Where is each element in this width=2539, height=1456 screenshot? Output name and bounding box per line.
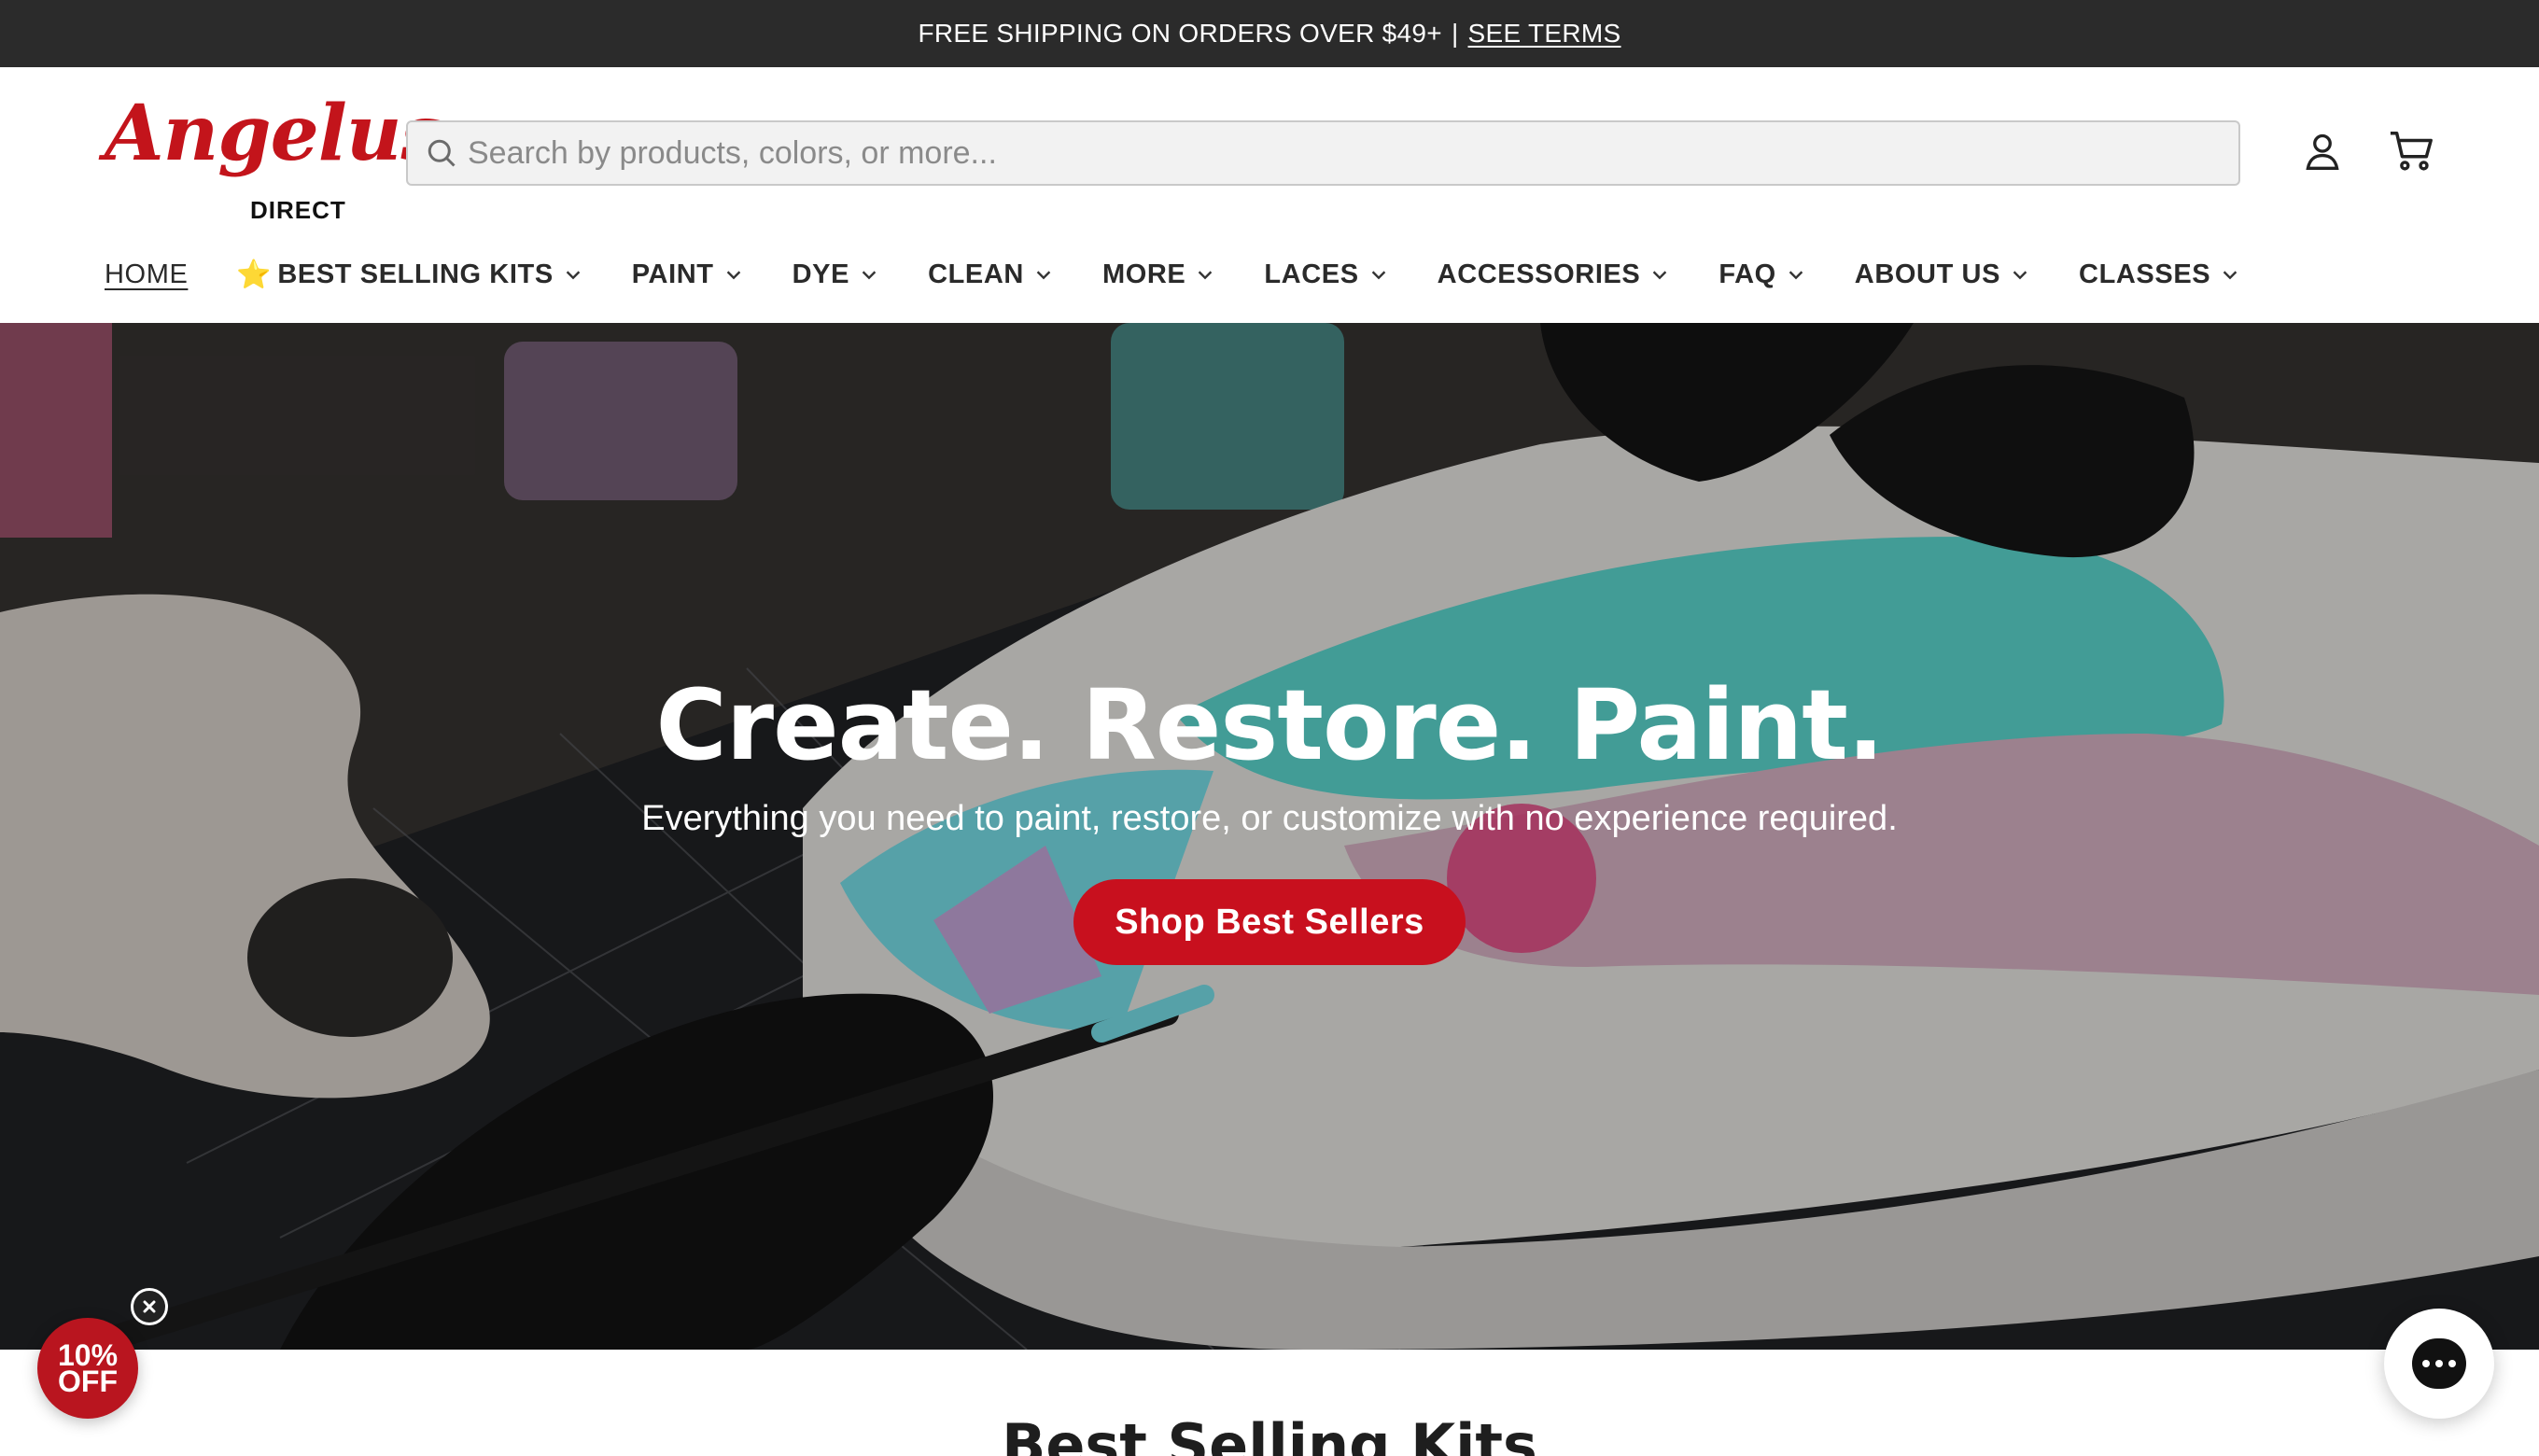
hero-title: Create. Restore. Paint. — [655, 668, 1884, 782]
nav-item-label: CLEAN — [928, 259, 1024, 289]
logo-subtitle: DIRECT — [250, 196, 346, 224]
shop-best-sellers-button[interactable]: Shop Best Sellers — [1073, 879, 1466, 965]
discount-close-button[interactable] — [131, 1288, 168, 1325]
discount-off-label: OFF — [58, 1365, 118, 1398]
nav-item-dye[interactable]: DYE — [793, 259, 879, 290]
chevron-down-icon — [1789, 271, 1803, 280]
nav-item-label: PAINT — [631, 259, 714, 289]
nav-item-paint[interactable]: PAINT — [632, 259, 744, 290]
chevron-down-icon — [726, 271, 740, 280]
search-input[interactable] — [468, 122, 2238, 184]
section-title-best-selling-kits: Best Selling Kits — [1002, 1411, 1537, 1456]
close-icon — [143, 1300, 156, 1313]
hero-subtitle: Everything you need to paint, restore, o… — [641, 799, 1898, 838]
logo[interactable]: Angelus DIRECT — [105, 95, 444, 222]
chevron-down-icon — [566, 271, 581, 280]
nav-item-label: DYE — [792, 259, 850, 289]
chevron-down-icon — [862, 271, 877, 280]
nav-item-label: MORE — [1101, 259, 1186, 289]
announcement-text: FREE SHIPPING ON ORDERS OVER $49+ — [918, 19, 1442, 48]
nav-item-classes[interactable]: CLASSES — [2079, 259, 2240, 290]
nav-item-faq[interactable]: FAQ — [1718, 259, 1805, 290]
nav-item-label: FAQ — [1718, 259, 1776, 289]
nav-item-label: ACCESSORIES — [1437, 259, 1641, 289]
chevron-down-icon — [1653, 271, 1667, 280]
nav-item-more[interactable]: MORE — [1102, 259, 1215, 290]
cart-icon — [2390, 132, 2433, 171]
chat-icon — [2412, 1338, 2466, 1389]
nav-item-clean[interactable]: CLEAN — [928, 259, 1054, 290]
announcement-separator: | — [1451, 19, 1459, 48]
chevron-down-icon — [1371, 271, 1385, 280]
nav-item-label: CLASSES — [2079, 259, 2211, 289]
chevron-down-icon — [1036, 271, 1051, 280]
account-button[interactable] — [2298, 127, 2347, 175]
nav-item-best-selling-kits[interactable]: ⭐ BEST SELLING KITS — [236, 259, 582, 291]
nav-item-accessories[interactable]: ACCESSORIES — [1438, 259, 1671, 290]
chevron-down-icon — [2013, 271, 2027, 280]
announcement-bar: FREE SHIPPING ON ORDERS OVER $49+ | SEE … — [0, 0, 2539, 67]
search-icon — [428, 139, 456, 167]
main-nav: HOME ⭐ BEST SELLING KITS PAINT DYE CLEAN… — [105, 252, 2289, 297]
nav-item-laces[interactable]: LACES — [1264, 259, 1388, 290]
nav-item-home[interactable]: HOME — [105, 259, 188, 290]
star-icon: ⭐ — [236, 259, 273, 290]
see-terms-link[interactable]: SEE TERMS — [1468, 19, 1621, 49]
nav-item-label: ABOUT US — [1854, 259, 2001, 289]
discount-popup-badge[interactable]: 10% OFF — [37, 1318, 138, 1419]
cart-button[interactable] — [2388, 127, 2436, 175]
logo-wordmark: Angelus — [105, 89, 444, 178]
search-bar[interactable] — [406, 120, 2240, 186]
hero-banner: Create. Restore. Paint. Everything you n… — [0, 323, 2539, 1350]
chevron-down-icon — [2223, 271, 2237, 280]
nav-item-label: HOME — [105, 259, 189, 289]
nav-item-label: LACES — [1264, 259, 1359, 289]
chevron-down-icon — [1199, 271, 1213, 280]
nav-item-about-us[interactable]: ABOUT US — [1855, 259, 2030, 290]
nav-item-label: BEST SELLING KITS — [277, 259, 554, 289]
chat-button[interactable] — [2384, 1309, 2494, 1419]
account-icon — [2306, 133, 2339, 170]
site-header: Angelus DIRECT HOME ⭐ BEST SELLING KITS — [0, 67, 2539, 323]
